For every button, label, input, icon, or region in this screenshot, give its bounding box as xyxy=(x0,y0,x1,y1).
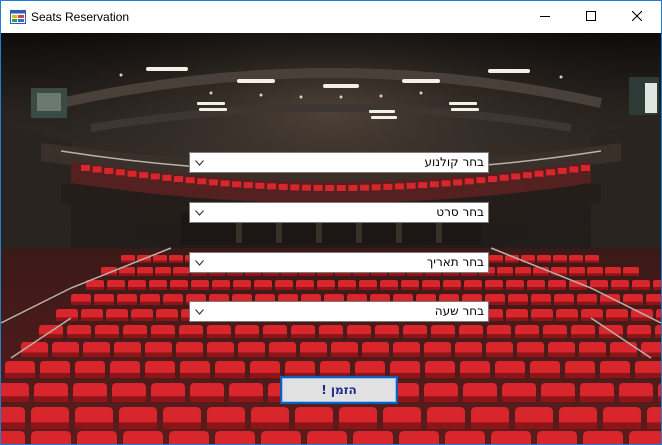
time-select[interactable]: בחר שעה xyxy=(189,301,489,322)
maximize-icon xyxy=(586,8,596,26)
window-title: Seats Reservation xyxy=(31,10,130,24)
chevron-down-icon[interactable] xyxy=(193,256,205,270)
minimize-button[interactable] xyxy=(522,1,568,33)
close-button[interactable] xyxy=(614,1,660,33)
movie-select[interactable]: בחר סרט xyxy=(189,202,489,223)
chevron-down-icon[interactable] xyxy=(193,305,205,319)
order-button[interactable]: הזמן ! xyxy=(280,376,398,404)
cinema-select-value: בחר קולנוע xyxy=(424,155,484,169)
minimize-icon xyxy=(540,8,550,26)
date-select[interactable]: בחר תאריך xyxy=(189,252,489,273)
time-select-value: בחר שעה xyxy=(434,304,484,318)
chevron-down-icon[interactable] xyxy=(193,156,205,170)
title-bar[interactable]: Seats Reservation xyxy=(1,1,661,33)
chevron-down-icon[interactable] xyxy=(193,206,205,220)
movie-select-value: בחר סרט xyxy=(436,205,484,219)
app-window: Seats Reservation בחר קולנוע בחר סרט בחר… xyxy=(0,0,662,445)
date-select-value: בחר תאריך xyxy=(426,255,484,269)
cinema-select[interactable]: בחר קולנוע xyxy=(189,152,489,173)
close-icon xyxy=(631,8,643,26)
maximize-button[interactable] xyxy=(568,1,614,33)
client-area: בחר קולנוע בחר סרט בחר תאריך בחר שעה הזמ… xyxy=(1,33,661,444)
app-window-icon xyxy=(10,10,26,24)
